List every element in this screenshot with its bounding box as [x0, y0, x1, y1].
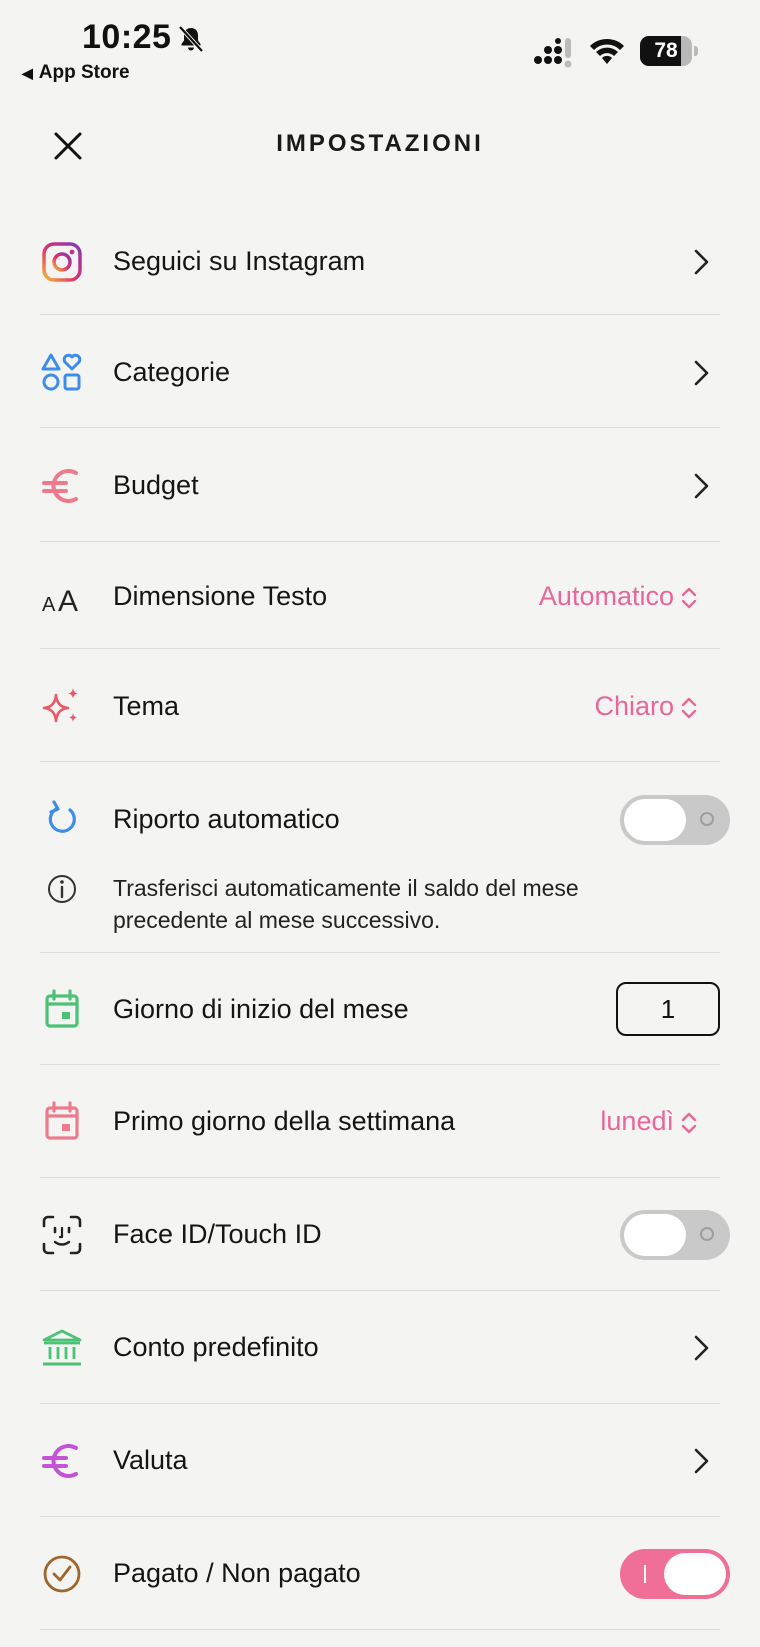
auto-carry-description: Trasferisci automaticamente il saldo del…	[113, 872, 673, 936]
wifi-icon	[590, 38, 624, 64]
description-line-1: Trasferisci automaticamente il saldo del…	[113, 875, 579, 901]
toggle-knob	[664, 1553, 726, 1595]
svg-text:A: A	[42, 594, 56, 616]
month-start-label: Giorno di inizio del mese	[113, 994, 409, 1024]
settings-row-categories[interactable]: Categorie	[40, 343, 720, 403]
text-size-label: Dimensione Testo	[113, 581, 328, 611]
chevron-right-icon	[694, 360, 709, 386]
bank-icon	[42, 1329, 82, 1366]
divider	[40, 1403, 720, 1404]
euro-icon	[42, 469, 78, 503]
face-id-icon	[42, 1215, 82, 1255]
settings-row-month-start: Giorno di inizio del mese 1	[40, 980, 720, 1040]
refresh-icon	[48, 800, 76, 833]
currency-label: Valuta	[113, 1445, 188, 1475]
euro-icon	[42, 1444, 78, 1478]
categories-icon	[41, 353, 82, 391]
week-start-label: Primo giorno della settimana	[113, 1106, 456, 1136]
divider	[40, 952, 720, 953]
bell-muted-icon	[178, 25, 204, 53]
page-title: IMPOSTAZIONI	[276, 130, 484, 157]
divider	[40, 427, 720, 428]
svg-text:A: A	[58, 585, 78, 618]
theme-label: Tema	[113, 691, 180, 721]
description-line-2: precedente al mese successivo.	[113, 907, 441, 933]
calendar-icon	[45, 989, 79, 1028]
sparkles-icon	[42, 688, 78, 723]
back-triangle-icon: ◀	[22, 65, 33, 81]
week-start-picker[interactable]: lunedì	[600, 1106, 698, 1137]
text-size-picker[interactable]: Automatico	[539, 581, 698, 612]
budget-label: Budget	[113, 470, 199, 500]
chevron-right-icon	[694, 249, 709, 275]
chevron-up-down-icon	[681, 1112, 697, 1134]
divider	[40, 314, 720, 315]
battery-percent: 78	[654, 39, 678, 62]
instagram-icon	[42, 242, 82, 282]
paid-unpaid-label: Pagato / Non pagato	[113, 1558, 361, 1588]
divider	[40, 1290, 720, 1291]
chevron-right-icon	[694, 1448, 709, 1474]
face-id-label: Face ID/Touch ID	[113, 1219, 322, 1249]
settings-row-auto-carry: Riporto automatico	[40, 790, 730, 850]
divider	[40, 541, 720, 542]
auto-carry-info: Trasferisci automaticamente il saldo del…	[40, 868, 720, 938]
chevron-right-icon	[694, 473, 709, 499]
theme-picker[interactable]: Chiaro	[594, 691, 698, 722]
toggle-knob	[624, 799, 686, 841]
battery-icon: 78	[640, 36, 698, 66]
back-app-label: App Store	[38, 62, 130, 83]
settings-row-text-size[interactable]: A A Dimensione Testo Automatico	[40, 567, 720, 627]
settings-row-week-start[interactable]: Primo giorno della settimana lunedì	[40, 1092, 720, 1152]
header: IMPOSTAZIONI	[0, 110, 760, 180]
settings-row-currency[interactable]: Valuta	[40, 1431, 720, 1491]
chevron-up-down-icon	[681, 697, 697, 719]
status-time: 10:25	[82, 18, 172, 56]
divider	[40, 1516, 720, 1517]
divider	[40, 648, 720, 649]
toggle-knob	[624, 1214, 686, 1256]
settings-row-default-account[interactable]: Conto predefinito	[40, 1318, 720, 1378]
default-account-label: Conto predefinito	[113, 1332, 319, 1362]
categories-label: Categorie	[113, 357, 231, 387]
theme-value: Chiaro	[594, 691, 674, 721]
settings-row-paid-unpaid: Pagato / Non pagato	[40, 1544, 730, 1604]
chevron-up-down-icon	[681, 587, 697, 609]
month-start-input[interactable]: 1	[616, 982, 720, 1036]
check-circle-icon	[43, 1555, 81, 1593]
paid-unpaid-toggle[interactable]	[620, 1549, 730, 1599]
settings-row-face-id: Face ID/Touch ID	[40, 1205, 730, 1265]
settings-row-instagram[interactable]: Seguici su Instagram	[40, 232, 720, 292]
text-size-icon: A A	[42, 585, 78, 618]
divider	[40, 1064, 720, 1065]
calendar-icon	[45, 1101, 79, 1140]
week-start-value: lunedì	[600, 1106, 674, 1136]
instagram-label: Seguici su Instagram	[113, 246, 366, 276]
face-id-toggle[interactable]	[620, 1210, 730, 1260]
cellular-signal-icon	[534, 38, 572, 68]
status-bar: 10:25 ◀ App Store 78	[0, 0, 760, 90]
settings-row-budget[interactable]: Budget	[40, 456, 720, 516]
divider	[40, 1177, 720, 1178]
divider	[40, 1629, 720, 1630]
auto-carry-toggle[interactable]	[620, 795, 730, 845]
settings-row-theme[interactable]: Tema Chiaro	[40, 677, 720, 737]
chevron-right-icon	[694, 1335, 709, 1361]
auto-carry-label: Riporto automatico	[113, 804, 340, 834]
text-size-value: Automatico	[538, 581, 674, 611]
info-icon	[48, 875, 76, 903]
back-to-app-store[interactable]: ◀ App Store	[22, 62, 130, 84]
divider	[40, 761, 720, 762]
